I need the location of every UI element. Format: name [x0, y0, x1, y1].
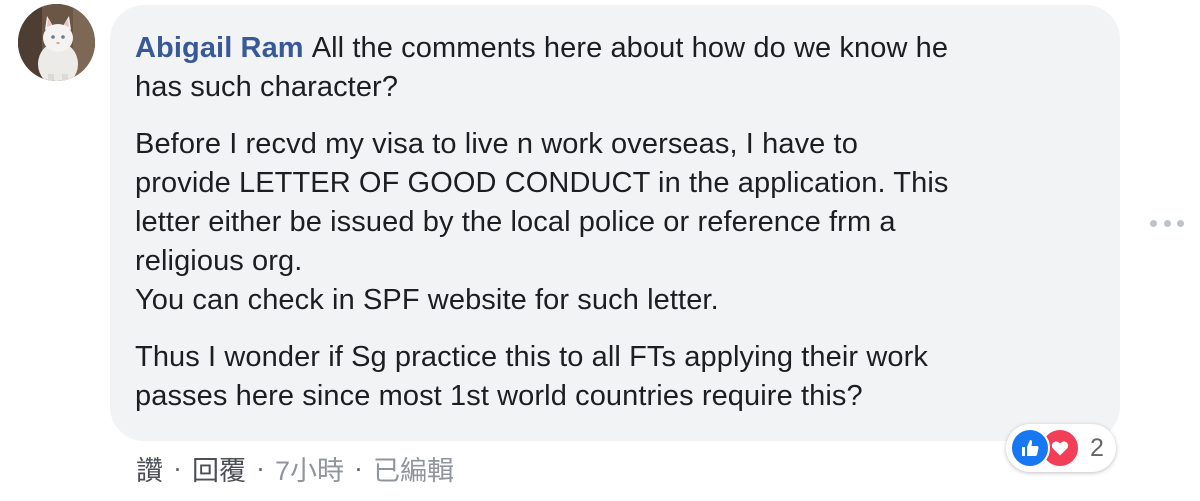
comment-line: has such character? [135, 71, 399, 103]
more-options-button[interactable] [1150, 213, 1184, 233]
comment-line: provide LETTER OF GOOD CONDUCT in the ap… [135, 167, 949, 199]
reactions-summary[interactable]: 2 [1006, 424, 1116, 472]
avatar[interactable] [18, 4, 95, 81]
separator: · [173, 453, 182, 483]
reaction-count: 2 [1090, 433, 1104, 462]
comment-line: Thus I wonder if Sg practice this to all… [135, 341, 928, 373]
comment-paragraph: Thus I wonder if Sg practice this to all… [135, 338, 1090, 416]
comment-line: You can check in SPF website for such le… [135, 284, 719, 316]
comment-actions: 讚 · 回覆 · 7小時 · 已編輯 [136, 449, 454, 488]
reply-button[interactable]: 回覆 [192, 449, 246, 488]
separator: · [354, 453, 364, 483]
comment-bubble: Abigail Ram All the comments here about h… [110, 5, 1120, 441]
comment-line: All the comments here about how do we kn… [311, 32, 949, 64]
comment-line: Before I recvd my visa to live n work ov… [135, 128, 858, 160]
comment-line: passes here since most 1st world countri… [135, 380, 863, 412]
comment-paragraph: Before I recvd my visa to live n work ov… [135, 125, 1090, 320]
timestamp[interactable]: 7小時 [275, 449, 344, 488]
more-dot-icon [1177, 219, 1184, 227]
more-dot-icon [1150, 219, 1157, 227]
author-name[interactable]: Abigail Ram [135, 32, 304, 64]
comment-paragraph: Abigail Ram All the comments here about h… [135, 29, 1090, 107]
cat-avatar-icon [18, 4, 95, 81]
like-icon [1010, 428, 1050, 468]
comment-line: religious org. [135, 245, 303, 277]
like-button[interactable]: 讚 [136, 449, 163, 488]
edited-label[interactable]: 已編輯 [373, 449, 454, 488]
comment-line: letter either be issued by the local pol… [135, 206, 896, 238]
comment-text: Abigail Ram All the comments here about h… [135, 29, 1090, 416]
separator: · [256, 453, 265, 483]
more-dot-icon [1163, 219, 1171, 227]
comment: Abigail Ram All the comments here about h… [0, 0, 1200, 501]
